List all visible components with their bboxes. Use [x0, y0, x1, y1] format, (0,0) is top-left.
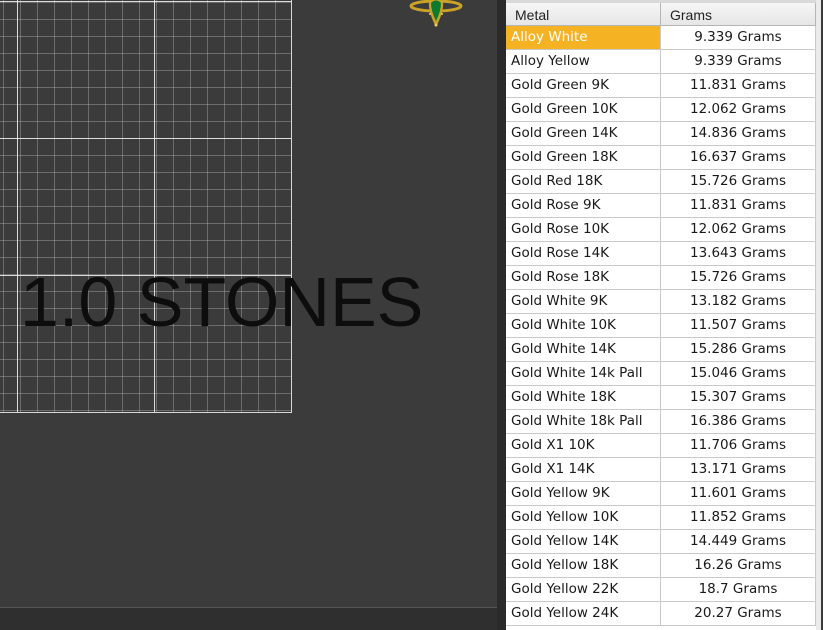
- cell-metal[interactable]: Gold Green 18K: [506, 146, 661, 169]
- cell-metal[interactable]: Gold White 14k Pall: [506, 362, 661, 385]
- table-row[interactable]: Gold White 18K 15.307 Grams: [506, 386, 816, 410]
- cell-grams[interactable]: 12.062 Grams: [661, 218, 816, 241]
- cell-metal[interactable]: Alloy White: [506, 26, 661, 49]
- panel-splitter[interactable]: [497, 0, 506, 630]
- cell-metal[interactable]: Gold Yellow 18K: [506, 554, 661, 577]
- table-row[interactable]: Gold White 9K 13.182 Grams: [506, 290, 816, 314]
- cell-metal[interactable]: Gold Red 18K: [506, 170, 661, 193]
- table-row[interactable]: Gold Yellow 24K 20.27 Grams: [506, 602, 816, 626]
- cell-grams[interactable]: 14.449 Grams: [661, 530, 816, 553]
- table-row[interactable]: Gold Rose 10K 12.062 Grams: [506, 218, 816, 242]
- cell-metal[interactable]: Gold White 10K: [506, 314, 661, 337]
- cell-metal[interactable]: Alloy Yellow: [506, 50, 661, 73]
- cell-metal[interactable]: Gold Rose 14K: [506, 242, 661, 265]
- cell-metal[interactable]: Gold Yellow 9K: [506, 482, 661, 505]
- table-row[interactable]: Gold White 14K 15.286 Grams: [506, 338, 816, 362]
- 3d-viewport[interactable]: 1.0 STONES: [0, 0, 497, 607]
- cell-grams[interactable]: 16.386 Grams: [661, 410, 816, 433]
- cell-grams[interactable]: 20.27 Grams: [661, 602, 816, 625]
- cell-metal[interactable]: Gold White 9K: [506, 290, 661, 313]
- cell-metal[interactable]: Gold Green 14K: [506, 122, 661, 145]
- table-scrollbar[interactable]: [816, 0, 823, 630]
- cell-metal[interactable]: Gold Yellow 14K: [506, 530, 661, 553]
- cell-metal[interactable]: Gold Yellow 22K: [506, 578, 661, 601]
- column-header-grams[interactable]: Grams: [661, 3, 816, 25]
- cell-grams[interactable]: 15.046 Grams: [661, 362, 816, 385]
- table-row[interactable]: Gold Yellow 18K 16.26 Grams: [506, 554, 816, 578]
- cell-grams[interactable]: 15.726 Grams: [661, 170, 816, 193]
- cell-grams[interactable]: 16.637 Grams: [661, 146, 816, 169]
- cell-metal[interactable]: Gold Yellow 10K: [506, 506, 661, 529]
- viewport-grid-major: [0, 0, 292, 413]
- table-row[interactable]: Gold Yellow 10K 11.852 Grams: [506, 506, 816, 530]
- table-row[interactable]: Gold Green 14K 14.836 Grams: [506, 122, 816, 146]
- cell-grams[interactable]: 9.339 Grams: [661, 26, 816, 49]
- table-row[interactable]: Gold Rose 14K 13.643 Grams: [506, 242, 816, 266]
- table-row[interactable]: Alloy White 9.339 Grams: [506, 26, 816, 50]
- cell-metal[interactable]: Gold White 14K: [506, 338, 661, 361]
- metal-weights-table: Metal Grams Alloy White 9.339 Grams Alloy …: [506, 0, 823, 630]
- cell-grams[interactable]: 15.307 Grams: [661, 386, 816, 409]
- column-header-metal[interactable]: Metal: [506, 3, 661, 25]
- cell-metal[interactable]: Gold Rose 9K: [506, 194, 661, 217]
- cell-grams[interactable]: 15.726 Grams: [661, 266, 816, 289]
- table-header: Metal Grams: [506, 0, 816, 26]
- cell-metal[interactable]: Gold X1 10K: [506, 434, 661, 457]
- viewport-border: [0, 607, 497, 608]
- table-row[interactable]: Alloy Yellow 9.339 Grams: [506, 50, 816, 74]
- cell-grams[interactable]: 18.7 Grams: [661, 578, 816, 601]
- cell-grams[interactable]: 9.339 Grams: [661, 50, 816, 73]
- table-row[interactable]: Gold Yellow 14K 14.449 Grams: [506, 530, 816, 554]
- table-row[interactable]: Gold Green 10K 12.062 Grams: [506, 98, 816, 122]
- cell-metal[interactable]: Gold White 18k Pall: [506, 410, 661, 433]
- table-row[interactable]: Gold Yellow 9K 11.601 Grams: [506, 482, 816, 506]
- cell-metal[interactable]: Gold White 18K: [506, 386, 661, 409]
- cell-grams[interactable]: 11.507 Grams: [661, 314, 816, 337]
- cell-metal[interactable]: Gold Rose 18K: [506, 266, 661, 289]
- cell-metal[interactable]: Gold X1 14K: [506, 458, 661, 481]
- cell-grams[interactable]: 11.706 Grams: [661, 434, 816, 457]
- cell-grams[interactable]: 12.062 Grams: [661, 98, 816, 121]
- table-row[interactable]: Gold Rose 9K 11.831 Grams: [506, 194, 816, 218]
- table-row[interactable]: Gold White 10K 11.507 Grams: [506, 314, 816, 338]
- cell-grams[interactable]: 14.836 Grams: [661, 122, 816, 145]
- table-row[interactable]: Gold Rose 18K 15.726 Grams: [506, 266, 816, 290]
- table-row[interactable]: Gold X1 14K 13.171 Grams: [506, 458, 816, 482]
- cell-metal[interactable]: Gold Green 10K: [506, 98, 661, 121]
- cell-metal[interactable]: Gold Rose 10K: [506, 218, 661, 241]
- cell-grams[interactable]: 13.182 Grams: [661, 290, 816, 313]
- table-body: Alloy White 9.339 Grams Alloy Yellow 9.339 …: [506, 26, 816, 626]
- table-row[interactable]: Gold Yellow 22K 18.7 Grams: [506, 578, 816, 602]
- cell-grams[interactable]: 11.831 Grams: [661, 194, 816, 217]
- table-row[interactable]: Gold White 18k Pall 16.386 Grams: [506, 410, 816, 434]
- cell-grams[interactable]: 11.831 Grams: [661, 74, 816, 97]
- stones-overlay-text: 1.0 STONES: [20, 263, 424, 341]
- cell-grams[interactable]: 13.171 Grams: [661, 458, 816, 481]
- table-row[interactable]: Gold White 14k Pall 15.046 Grams: [506, 362, 816, 386]
- table-row[interactable]: Gold Red 18K 15.726 Grams: [506, 170, 816, 194]
- cell-grams[interactable]: 13.643 Grams: [661, 242, 816, 265]
- table-row[interactable]: Gold X1 10K 11.706 Grams: [506, 434, 816, 458]
- table-row[interactable]: Gold Green 18K 16.637 Grams: [506, 146, 816, 170]
- cell-grams[interactable]: 15.286 Grams: [661, 338, 816, 361]
- ring-emerald-icon: [409, 0, 463, 27]
- cell-grams[interactable]: 16.26 Grams: [661, 554, 816, 577]
- cell-grams[interactable]: 11.601 Grams: [661, 482, 816, 505]
- app-root: 1.0 STONES Metal Grams Alloy White 9.339 …: [0, 0, 823, 630]
- cell-metal[interactable]: Gold Yellow 24K: [506, 602, 661, 625]
- table-row[interactable]: Gold Green 9K 11.831 Grams: [506, 74, 816, 98]
- cell-metal[interactable]: Gold Green 9K: [506, 74, 661, 97]
- cell-grams[interactable]: 11.852 Grams: [661, 506, 816, 529]
